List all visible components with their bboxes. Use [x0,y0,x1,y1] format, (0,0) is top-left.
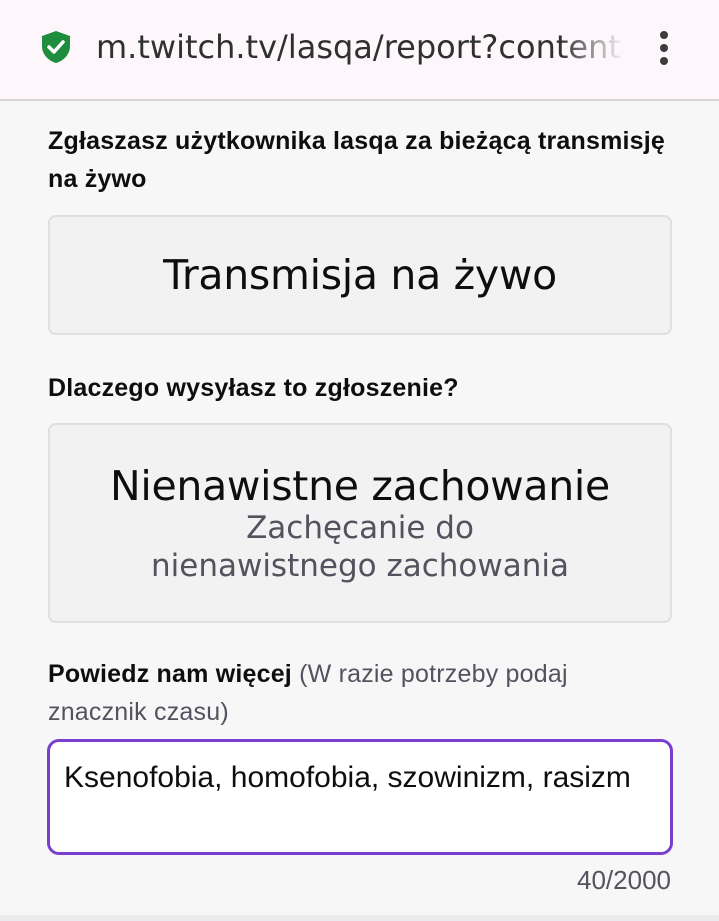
details-heading: Powiedz nam więcej (W razie potrzeby pod… [48,655,672,731]
details-heading-label: Powiedz nam więcej [48,660,292,688]
browser-url-bar: m.twitch.tv/lasqa/report?content=live_st… [0,0,719,101]
reason-subtitle: Zachęcanie do nienawistnego zachowania [150,510,569,584]
content-type-label: Transmisja na żywo [163,251,557,299]
bottom-divider [0,915,719,921]
kebab-menu-icon[interactable] [648,26,680,70]
reason-heading: Dlaczego wysyłasz to zgłoszenie? [48,374,459,402]
reason-title: Nienawistne zachowanie [110,462,610,510]
content-type-selector[interactable]: Transmisja na żywo [48,215,672,335]
url-text[interactable]: m.twitch.tv/lasqa/report?content=live_st… [96,24,624,70]
report-target-heading: Zgłaszasz użytkownika lasqa za bieżącą t… [48,127,666,193]
details-textarea[interactable]: Ksenofobia, homofobia, szowinizm, rasizm [47,739,673,855]
shield-check-icon[interactable] [40,30,72,64]
char-counter: 40/2000 [577,865,671,895]
reason-selector[interactable]: Nienawistne zachowanie Zachęcanie do nie… [48,423,672,623]
